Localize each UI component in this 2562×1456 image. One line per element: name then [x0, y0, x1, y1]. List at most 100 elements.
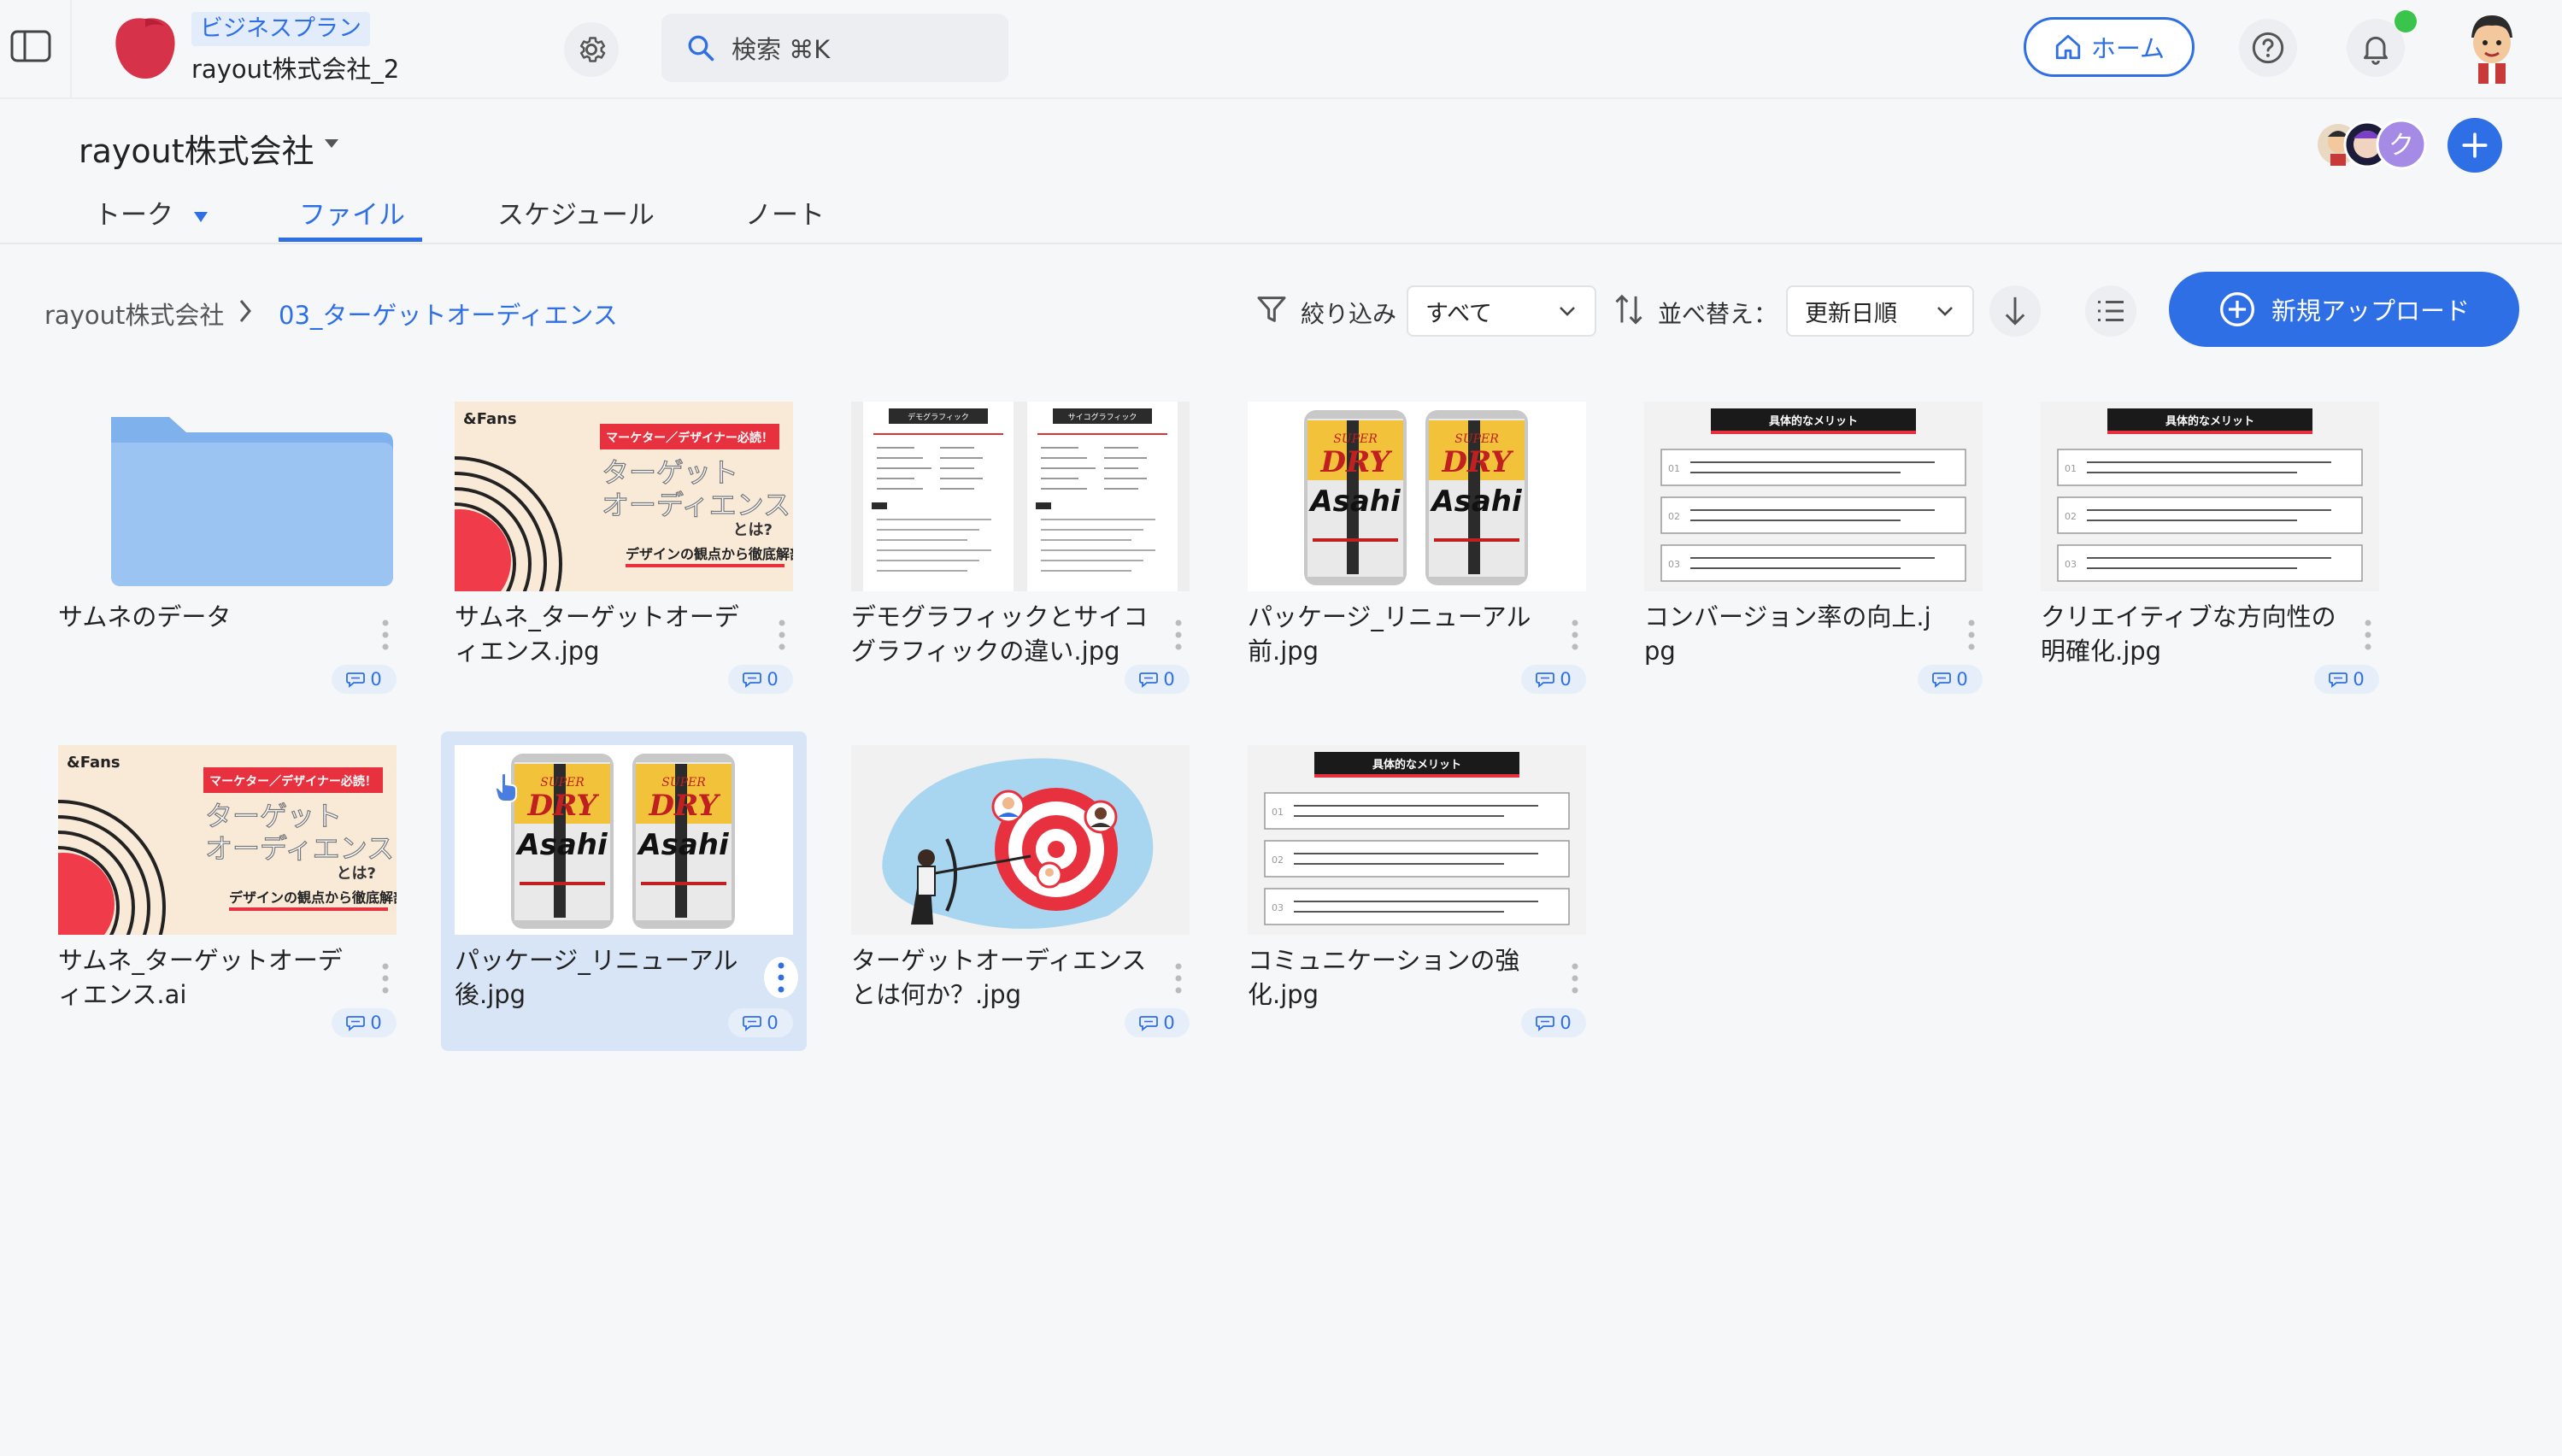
new-upload-button[interactable]: 新規アップロード: [2169, 272, 2519, 347]
breadcrumb-root[interactable]: rayout株式会社: [44, 296, 224, 332]
tab-talk-label: トーク: [94, 200, 173, 231]
more-options-button[interactable]: [1166, 614, 1191, 656]
sort-select[interactable]: 更新日順: [1786, 285, 1974, 337]
file-card[interactable]: デモグラフィック サイコグラフィックデモグラフィックとサイコグラフィックの違い.j…: [837, 388, 1203, 707]
thumb-sub: とは?: [733, 521, 773, 539]
comment-count-badge[interactable]: 0: [1521, 665, 1586, 694]
help-button[interactable]: [2239, 19, 2297, 77]
member-avatars[interactable]: ク: [2318, 116, 2429, 173]
file-thumbnail[interactable]: SUPER DRY Asahi SUPER DRY Asahi: [455, 745, 793, 935]
comment-count-badge[interactable]: 0: [728, 1008, 793, 1037]
file-name[interactable]: デモグラフィックとサイコグラフィックの違い.jpg: [851, 600, 1150, 668]
file-name[interactable]: パッケージ_リニューアル前.jpg: [1248, 600, 1547, 668]
file-name[interactable]: ターゲットオーディエンスとは何か？.jpg: [851, 943, 1150, 1012]
view-toggle-button[interactable]: [2085, 285, 2136, 337]
file-card[interactable]: &Fans マーケター／デザイナー必読！ ターゲット オーディエンス とは? デザインの観…: [44, 731, 410, 1051]
file-card[interactable]: SUPER DRY Asahi SUPER DRY Asahi パッケージ_リニューアル後.…: [441, 731, 807, 1051]
comment-count-badge[interactable]: 0: [1521, 1008, 1586, 1037]
more-options-button[interactable]: [373, 614, 398, 656]
filter-icon[interactable]: [1255, 292, 1289, 330]
file-card[interactable]: &Fans マーケター／デザイナー必読！ ターゲット オーディエンス とは? デザインの観…: [441, 388, 807, 707]
user-avatar[interactable]: [2453, 9, 2530, 85]
file-thumbnail[interactable]: デモグラフィック サイコグラフィック: [851, 402, 1190, 591]
file-name[interactable]: クリエイティブな方向性の明確化.jpg: [2041, 600, 2340, 668]
file-name[interactable]: コンバージョン率の向上.jpg: [1644, 600, 1943, 668]
caret-down-icon[interactable]: [323, 137, 340, 153]
more-options-button[interactable]: [1562, 614, 1588, 656]
file-card[interactable]: 具体的なメリット 01 02 03 コミュニケーションの強化.jpg 0: [1234, 731, 1600, 1051]
comment-count: 0: [1560, 669, 1572, 690]
more-options-button[interactable]: [1166, 957, 1191, 1000]
more-options-button[interactable]: [2355, 614, 2381, 656]
tab-notes[interactable]: ノート: [745, 193, 825, 244]
sidebar-toggle-icon[interactable]: [7, 26, 55, 67]
file-card[interactable]: 具体的なメリット 01 02 03 クリエイティブな方向性の明確化.jpg 0: [2027, 388, 2393, 707]
channel-tabs: トーク ファイル スケジュール ノート: [0, 181, 2562, 244]
channel-title[interactable]: rayout株式会社: [79, 125, 314, 172]
comment-count: 0: [1163, 1013, 1175, 1033]
file-thumbnail[interactable]: 具体的なメリット 01 02 03: [1248, 745, 1586, 935]
file-name[interactable]: サムネ_ターゲットオーディエンス.jpg: [455, 600, 754, 668]
svg-text:03: 03: [2065, 559, 2077, 570]
home-icon: [2055, 34, 2081, 60]
comment-icon: [2329, 672, 2348, 688]
sort-label: 並べ替え：: [1658, 300, 1778, 328]
svg-text:02: 02: [1272, 854, 1284, 866]
more-options-button[interactable]: [373, 957, 398, 1000]
comment-count-badge[interactable]: 0: [332, 665, 397, 694]
file-thumbnail[interactable]: SUPER DRY Asahi SUPER DRY Asahi: [1248, 402, 1586, 591]
file-name[interactable]: サムネのデータ: [58, 600, 357, 634]
search-input[interactable]: 検索 ⌘K: [661, 14, 1008, 82]
more-options-button[interactable]: [1959, 614, 1984, 656]
folder-icon[interactable]: [58, 402, 397, 591]
sort-direction-button[interactable]: [1989, 285, 2041, 337]
can-dry-text: DRY: [1442, 445, 1514, 479]
more-options-button[interactable]: [764, 957, 798, 998]
filter-select[interactable]: すべて: [1407, 285, 1596, 337]
file-name[interactable]: コミュニケーションの強化.jpg: [1248, 943, 1547, 1012]
add-member-button[interactable]: [2447, 118, 2502, 173]
comment-count-badge[interactable]: 0: [1918, 665, 1983, 694]
tab-schedule[interactable]: スケジュール: [497, 193, 655, 244]
new-upload-label: 新規アップロード: [2271, 296, 2470, 326]
sort-icon[interactable]: [1612, 292, 1646, 332]
comment-count-badge[interactable]: 0: [1125, 665, 1190, 694]
file-thumbnail[interactable]: 具体的なメリット 01 02 03: [2041, 402, 2379, 591]
more-options-button[interactable]: [1562, 957, 1588, 1000]
caret-down-icon: [193, 211, 208, 222]
can-brand-text: Asahi: [636, 828, 730, 862]
settings-button[interactable]: [564, 22, 619, 77]
file-card[interactable]: 具体的なメリット 01 02 03 コンバージョン率の向上.jpg 0: [1631, 388, 1996, 707]
breadcrumb-current[interactable]: 03_ターゲットオーディエンス: [279, 296, 618, 332]
home-button[interactable]: ホーム: [2024, 17, 2195, 77]
file-card[interactable]: SUPER DRY Asahi SUPER DRY Asahi パッケージ_リニューアル前.…: [1234, 388, 1600, 707]
can-super-text: SUPER: [540, 776, 585, 790]
file-thumbnail[interactable]: &Fans マーケター／デザイナー必読！ ターゲット オーディエンス とは? デザインの観…: [455, 402, 793, 591]
comment-icon: [743, 1016, 762, 1031]
file-card[interactable]: ターゲットオーディエンスとは何か？.jpg 0: [837, 731, 1203, 1051]
active-tab-indicator: [279, 238, 422, 242]
sort-value: 更新日順: [1805, 300, 1897, 327]
file-card[interactable]: サムネのデータ 0: [44, 388, 410, 707]
thumb-brand: &Fans: [463, 410, 517, 428]
chevron-down-icon: [1937, 307, 1953, 316]
file-thumbnail[interactable]: &Fans マーケター／デザイナー必読！ ターゲット オーディエンス とは? デザインの観…: [58, 745, 397, 935]
file-thumbnail[interactable]: [851, 745, 1190, 935]
file-name[interactable]: サムネ_ターゲットオーディエンス.ai: [58, 943, 357, 1012]
file-thumbnail[interactable]: 具体的なメリット 01 02 03: [1644, 402, 1983, 591]
tab-talk[interactable]: トーク: [94, 193, 209, 244]
svg-text:03: 03: [1272, 902, 1284, 913]
file-name[interactable]: パッケージ_リニューアル後.jpg: [455, 943, 754, 1012]
tab-files[interactable]: ファイル: [299, 193, 405, 244]
comment-count-badge[interactable]: 0: [1125, 1008, 1190, 1037]
comment-count-badge[interactable]: 0: [332, 1008, 397, 1037]
can-brand-text: Asahi: [514, 828, 608, 862]
comment-count-badge[interactable]: 0: [728, 665, 793, 694]
doc-head: サイコグラフィック: [1068, 412, 1137, 422]
workspace-logo[interactable]: [111, 12, 179, 80]
workspace-name[interactable]: rayout株式会社_2: [191, 50, 399, 85]
more-options-button[interactable]: [769, 614, 795, 656]
comment-count-badge[interactable]: 0: [2314, 665, 2379, 694]
bell-icon: [2364, 36, 2388, 65]
comment-icon: [346, 672, 366, 688]
